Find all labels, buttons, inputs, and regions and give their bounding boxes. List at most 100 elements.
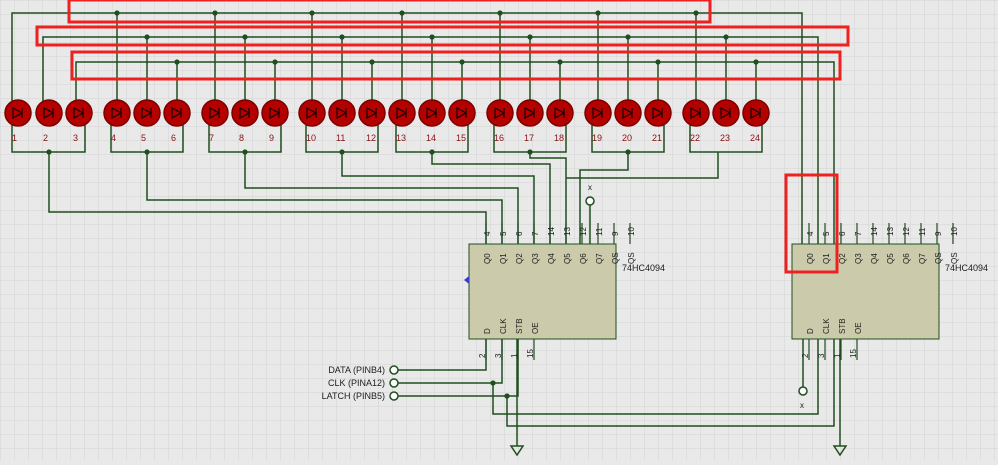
chip-label: 74HC4094 xyxy=(622,263,665,273)
port-terminal[interactable] xyxy=(389,378,399,388)
junction-dot xyxy=(595,10,601,16)
pin-name: Q3 xyxy=(854,253,863,264)
junction-dot xyxy=(429,34,435,40)
pin-name: Q4 xyxy=(547,253,556,264)
pin-number: 4 xyxy=(806,231,815,236)
junction-dot xyxy=(242,34,248,40)
junction-dot xyxy=(693,10,699,16)
port-terminal[interactable] xyxy=(389,365,399,375)
pin-number: 11 xyxy=(595,227,604,236)
pin-name: OE xyxy=(531,322,540,334)
pin-name: Q5 xyxy=(563,253,572,264)
junction-dot xyxy=(144,34,150,40)
junction-dot xyxy=(242,149,248,155)
led-body xyxy=(614,99,642,127)
led-number: 21 xyxy=(652,133,662,143)
led-body xyxy=(546,99,574,127)
led-number: 4 xyxy=(111,133,116,143)
pin-name: CLK xyxy=(499,318,508,334)
pin-number: 12 xyxy=(902,227,911,236)
pin-number: 13 xyxy=(886,227,895,236)
chip-label: 74HC4094 xyxy=(945,263,988,273)
junction-dot xyxy=(625,34,631,40)
junction-dot xyxy=(429,149,435,155)
led-number: 8 xyxy=(239,133,244,143)
junction-dot xyxy=(369,59,375,65)
led-body xyxy=(201,99,229,127)
led-body xyxy=(644,99,672,127)
pin-name: Q4 xyxy=(870,253,879,264)
no-connect-mark: x xyxy=(800,401,804,410)
junction-dot xyxy=(527,34,533,40)
led-number: 22 xyxy=(690,133,700,143)
junction-dot xyxy=(144,149,150,155)
pin-number: 13 xyxy=(563,227,572,236)
pin-number: 6 xyxy=(838,231,847,236)
junction-dot xyxy=(114,10,120,16)
pin-number: 5 xyxy=(822,231,831,236)
port-terminal[interactable] xyxy=(389,391,399,401)
pin-name: Q1 xyxy=(822,253,831,264)
led-number: 9 xyxy=(269,133,274,143)
junction-dot xyxy=(339,34,345,40)
pin-name: Q6 xyxy=(902,253,911,264)
pin-number: 15 xyxy=(849,349,858,358)
led-number: 14 xyxy=(426,133,436,143)
port-label: CLK (PINA12) xyxy=(328,378,385,388)
led-number: 6 xyxy=(171,133,176,143)
pin-name: OE xyxy=(854,322,863,334)
junction-dot xyxy=(497,10,503,16)
pin-name: Q5 xyxy=(886,253,895,264)
junction-dot xyxy=(212,10,218,16)
junction-dot xyxy=(527,149,533,155)
led-number: 12 xyxy=(366,133,376,143)
led-body xyxy=(742,99,770,127)
pin-number: 12 xyxy=(579,227,588,236)
pin-name: Q7 xyxy=(918,253,927,264)
led-body xyxy=(328,99,356,127)
led-body xyxy=(516,99,544,127)
port-label: DATA (PINB4) xyxy=(328,365,385,375)
junction-dot xyxy=(625,149,631,155)
pin-number: 14 xyxy=(547,227,556,236)
led-body xyxy=(448,99,476,127)
led-number: 16 xyxy=(494,133,504,143)
pin-name: QS xyxy=(611,252,620,264)
led-body xyxy=(584,99,612,127)
junction-dot xyxy=(399,10,405,16)
led-body xyxy=(4,99,32,127)
led-body xyxy=(418,99,446,127)
led-body xyxy=(388,99,416,127)
pin-name: STB xyxy=(838,318,847,334)
led-number: 23 xyxy=(720,133,730,143)
pin-number: 10 xyxy=(950,227,959,236)
junction-dot xyxy=(655,59,661,65)
no-connect-terminal xyxy=(585,196,595,206)
pin-name: Q1 xyxy=(499,253,508,264)
pin-name: D xyxy=(483,328,492,334)
pin-name: CLK xyxy=(822,318,831,334)
pin-number: 1 xyxy=(510,353,519,358)
pin-name: Q3 xyxy=(531,253,540,264)
led-body xyxy=(133,99,161,127)
pin-number: 5 xyxy=(499,231,508,236)
led-number: 3 xyxy=(73,133,78,143)
pin-name: Q0 xyxy=(806,253,815,264)
led-number: 24 xyxy=(750,133,760,143)
led-body xyxy=(231,99,259,127)
grid-background xyxy=(0,0,998,460)
led-number: 2 xyxy=(43,133,48,143)
pin-number: 3 xyxy=(494,353,503,358)
led-body xyxy=(486,99,514,127)
led-body xyxy=(358,99,386,127)
junction-dot xyxy=(753,59,759,65)
pin-number: 3 xyxy=(817,353,826,358)
pin-number: 1 xyxy=(833,353,842,358)
pin-name: Q0 xyxy=(483,253,492,264)
led-number: 10 xyxy=(306,133,316,143)
junction-dot xyxy=(723,34,729,40)
junction-dot xyxy=(272,59,278,65)
pin-number: 10 xyxy=(627,227,636,236)
junction-dot xyxy=(557,59,563,65)
led-number: 1 xyxy=(12,133,17,143)
